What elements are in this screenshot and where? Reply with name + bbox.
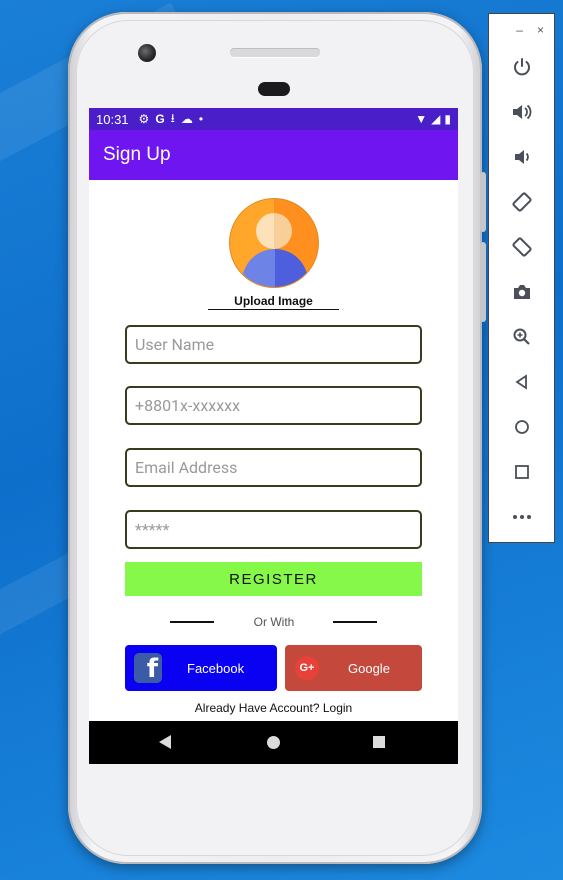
status-bar: 10:31 ⚙ G ⭳ ☁ • ▼ ◢ ▮ xyxy=(89,108,458,130)
earpiece-speaker xyxy=(230,49,320,57)
password-input[interactable] xyxy=(125,510,422,549)
signal-icon: ◢ xyxy=(431,112,441,126)
rotate-right-icon[interactable] xyxy=(507,232,537,262)
google-notification-icon: G xyxy=(155,112,165,126)
avatar-image[interactable] xyxy=(229,198,319,288)
zoom-icon[interactable] xyxy=(507,322,537,352)
front-camera xyxy=(138,44,156,62)
facebook-button[interactable]: f Facebook xyxy=(125,645,277,691)
upload-image-link[interactable]: Upload Image xyxy=(208,294,339,310)
close-icon[interactable]: × xyxy=(537,23,544,37)
or-with-label: Or With xyxy=(253,615,295,629)
volume-side-button xyxy=(480,242,486,322)
power-side-button xyxy=(480,172,486,232)
rotate-left-icon[interactable] xyxy=(507,187,537,217)
wifi-icon: ▼ xyxy=(415,112,428,126)
email-input[interactable] xyxy=(125,448,422,487)
download-icon: ⭳ xyxy=(170,110,175,125)
navigation-bar xyxy=(89,721,458,764)
or-divider-left xyxy=(170,621,214,623)
home-icon[interactable] xyxy=(507,412,537,442)
device-screen: 10:31 ⚙ G ⭳ ☁ • ▼ ◢ ▮ Sign Up Upload Ima… xyxy=(89,108,458,764)
overview-icon[interactable] xyxy=(507,457,537,487)
proximity-sensor xyxy=(258,82,290,96)
app-bar: Sign Up xyxy=(89,130,458,180)
settings-icon: ⚙ xyxy=(138,112,150,126)
or-divider-right xyxy=(333,621,377,623)
avatar-head xyxy=(256,213,292,249)
signup-form: Upload Image REGISTER Or With f Facebook… xyxy=(89,180,458,721)
phone-input[interactable] xyxy=(125,386,422,425)
volume-up-icon[interactable] xyxy=(507,97,537,127)
nav-home-icon[interactable] xyxy=(267,736,280,749)
power-icon[interactable] xyxy=(507,52,537,82)
avatar-body xyxy=(242,249,308,287)
page-title: Sign Up xyxy=(103,144,171,165)
register-button[interactable]: REGISTER xyxy=(125,562,422,596)
google-label: Google xyxy=(348,661,390,676)
volume-down-icon[interactable] xyxy=(507,142,537,172)
google-button[interactable]: G+ Google xyxy=(285,645,422,691)
facebook-icon: f xyxy=(134,653,162,684)
google-plus-icon: G+ xyxy=(295,656,319,680)
toolbar-window-controls: – × xyxy=(489,14,554,46)
status-right: ▼ ◢ ▮ xyxy=(415,112,451,126)
dot-icon: • xyxy=(198,112,204,126)
battery-icon: ▮ xyxy=(444,112,451,126)
username-input[interactable] xyxy=(125,325,422,364)
facebook-label: Facebook xyxy=(187,661,245,676)
cloud-icon: ☁ xyxy=(180,112,193,126)
status-time: 10:31 xyxy=(96,111,129,127)
emulator-toolbar: – × xyxy=(488,13,555,543)
nav-back-icon[interactable] xyxy=(159,735,171,749)
more-icon[interactable] xyxy=(507,502,537,532)
nav-recents-icon[interactable] xyxy=(373,736,385,748)
back-icon[interactable] xyxy=(507,367,537,397)
camera-icon[interactable] xyxy=(507,277,537,307)
login-link[interactable]: Already Have Account? Login xyxy=(89,701,458,715)
minimize-icon[interactable]: – xyxy=(516,23,523,37)
